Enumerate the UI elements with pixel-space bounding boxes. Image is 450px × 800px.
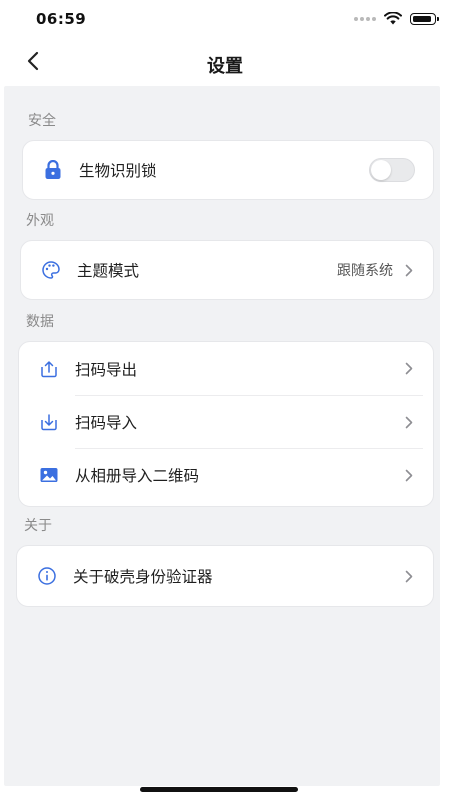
- toggle-knob: [371, 160, 391, 180]
- nav-bar: 设置: [0, 40, 450, 86]
- image-icon: [37, 463, 61, 487]
- chevron-right-icon: [403, 569, 415, 583]
- section-header-about: 关于: [24, 518, 52, 534]
- home-indicator[interactable]: [140, 787, 298, 792]
- appearance-card: 主题模式 跟随系统: [20, 240, 434, 300]
- about-row[interactable]: 关于破壳身份验证器: [17, 546, 433, 606]
- chevron-right-icon: [403, 263, 415, 277]
- wifi-icon: [384, 12, 402, 25]
- status-bar: 06:59: [0, 0, 450, 38]
- section-header-security: 安全: [28, 113, 56, 129]
- security-card: 生物识别锁: [22, 140, 434, 200]
- settings-screen: 06:59 设置 安全 生物识别锁 外观 主题模式 跟随系统 数据 扫码导出 扫…: [0, 0, 450, 800]
- section-header-appearance: 外观: [26, 213, 54, 229]
- scan-import-label: 扫码导入: [75, 414, 138, 432]
- biometric-lock-row: 生物识别锁: [23, 141, 433, 199]
- scan-export-label: 扫码导出: [75, 360, 138, 379]
- chevron-right-icon: [403, 415, 415, 429]
- album-import-row[interactable]: 从相册导入二维码: [19, 449, 433, 501]
- theme-mode-label: 主题模式: [77, 262, 140, 280]
- battery-icon: [410, 12, 439, 25]
- biometric-lock-toggle[interactable]: [369, 158, 415, 182]
- theme-mode-value: 跟随系统: [337, 263, 393, 279]
- chevron-right-icon: [403, 362, 415, 376]
- biometric-lock-label: 生物识别锁: [79, 162, 157, 180]
- page-title: 设置: [207, 56, 243, 77]
- status-indicators: [354, 12, 439, 25]
- upload-icon: [37, 357, 61, 381]
- info-icon: [35, 564, 59, 588]
- album-import-label: 从相册导入二维码: [75, 467, 200, 485]
- data-card: 扫码导出 扫码导入 从相册导入二维码: [18, 341, 434, 507]
- about-label: 关于破壳身份验证器: [73, 568, 213, 586]
- about-card: 关于破壳身份验证器: [16, 545, 434, 607]
- status-time: 06:59: [36, 10, 87, 28]
- section-header-data: 数据: [26, 314, 54, 330]
- signal-icon: [354, 16, 376, 21]
- settings-content: 安全 生物识别锁 外观 主题模式 跟随系统 数据 扫码导出 扫码导入 从相册导入…: [4, 86, 440, 786]
- theme-mode-row[interactable]: 主题模式 跟随系统: [21, 241, 433, 299]
- download-icon: [37, 410, 61, 434]
- lock-icon: [41, 158, 65, 182]
- scan-import-row[interactable]: 扫码导入: [19, 396, 433, 448]
- palette-icon: [39, 258, 63, 282]
- scan-export-row[interactable]: 扫码导出: [19, 342, 433, 395]
- chevron-right-icon: [403, 468, 415, 482]
